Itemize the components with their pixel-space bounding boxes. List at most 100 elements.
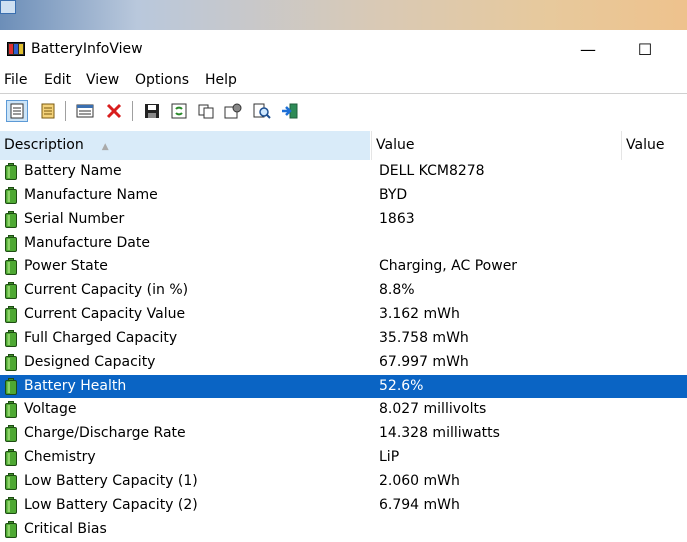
battery-icon	[5, 306, 17, 324]
battery-icon	[5, 329, 17, 347]
desktop-shortcut-icon[interactable]	[0, 0, 16, 14]
exit-icon	[282, 103, 298, 119]
row-description: Serial Number	[24, 210, 125, 227]
battery-icon	[5, 282, 17, 300]
properties-list-icon	[76, 104, 94, 118]
battery-icon	[5, 353, 17, 371]
row-description: Low Battery Capacity (1)	[24, 472, 198, 489]
row-description: Full Charged Capacity	[24, 329, 178, 346]
row-description: Current Capacity Value	[24, 306, 186, 323]
save-icon	[145, 104, 159, 118]
maximize-button[interactable]: ☐	[622, 32, 668, 66]
row-description: Current Capacity (in %)	[24, 282, 189, 299]
battery-icon	[5, 258, 17, 276]
list-row[interactable]: Manufacture Name BYD	[0, 184, 687, 208]
battery-icon	[5, 472, 17, 490]
copy-icon	[198, 104, 214, 119]
exit-button[interactable]	[279, 100, 301, 122]
list-header: Description ▲ Value Value	[0, 131, 687, 160]
menu-file[interactable]: File	[4, 71, 27, 89]
list-row[interactable]: Critical Bias	[0, 518, 687, 542]
refresh-icon	[171, 103, 187, 119]
menu-edit[interactable]: Edit	[44, 71, 71, 89]
row-value: Charging, AC Power	[379, 258, 518, 275]
row-value: LiP	[379, 449, 400, 466]
desktop-background-strip	[0, 0, 687, 30]
delete-button[interactable]	[103, 100, 125, 122]
window-title: BatteryInfoView	[31, 41, 143, 57]
menu-options[interactable]: Options	[135, 71, 189, 89]
row-description: Battery Name	[24, 163, 122, 179]
list-row[interactable]: Charge/Discharge Rate 14.328 milliwatts	[0, 422, 687, 446]
toolbar	[0, 93, 687, 130]
find-icon	[253, 103, 271, 119]
row-value: 67.997 mWh	[379, 353, 469, 370]
row-description: Chemistry	[24, 449, 96, 466]
row-value: 8.8%	[379, 282, 415, 299]
app-battery-icon	[7, 42, 25, 56]
battery-icon	[5, 210, 17, 228]
delete-icon	[106, 103, 122, 119]
row-description: Designed Capacity	[24, 353, 156, 370]
list-row[interactable]: Voltage 8.027 millivolts	[0, 398, 687, 422]
text-report-button[interactable]	[37, 100, 59, 122]
row-value: 1863	[379, 210, 415, 227]
row-description: Battery Health	[24, 377, 127, 394]
copy-button[interactable]	[195, 100, 217, 122]
list-row[interactable]: Power State Charging, AC Power	[0, 255, 687, 279]
row-description: Low Battery Capacity (2)	[24, 496, 198, 513]
properties-list-button[interactable]	[74, 100, 96, 122]
row-description: Manufacture Date	[24, 234, 150, 251]
list-row[interactable]: Full Charged Capacity 35.758 mWh	[0, 327, 687, 351]
row-description: Voltage	[24, 401, 77, 418]
row-value: 14.328 milliwatts	[379, 425, 500, 442]
list-row[interactable]: Current Capacity Value 3.162 mWh	[0, 303, 687, 327]
sort-ascending-icon: ▲	[101, 142, 109, 152]
html-report-button[interactable]	[6, 100, 28, 122]
text-report-icon	[41, 103, 55, 119]
minimize-button[interactable]: —	[565, 32, 611, 66]
list-row[interactable]: Manufacture Date	[0, 232, 687, 256]
list-row[interactable]: Chemistry LiP	[0, 446, 687, 470]
row-description: Critical Bias	[24, 520, 107, 537]
row-description: Charge/Discharge Rate	[24, 425, 186, 442]
column-header-description[interactable]: Description ▲	[0, 131, 370, 160]
row-description: Manufacture Name	[24, 186, 158, 203]
column-header-value-2[interactable]: Value	[622, 131, 687, 160]
find-button[interactable]	[251, 100, 273, 122]
list-row[interactable]: Battery Health 52.6%	[0, 374, 687, 399]
row-value: 35.758 mWh	[379, 329, 469, 346]
title-bar[interactable]: BatteryInfoView — ☐	[0, 30, 687, 67]
row-value: 2.060 mWh	[379, 472, 460, 489]
menu-view[interactable]: View	[86, 71, 119, 89]
row-value: 52.6%	[379, 377, 424, 394]
column-header-value[interactable]: Value	[372, 131, 620, 160]
toolbar-separator	[132, 101, 133, 121]
list-row[interactable]: Current Capacity (in %) 8.8%	[0, 279, 687, 303]
refresh-button[interactable]	[168, 100, 190, 122]
list-row[interactable]: Low Battery Capacity (2) 6.794 mWh	[0, 494, 687, 518]
row-value: 6.794 mWh	[379, 496, 460, 513]
row-value: DELL KCM8278	[379, 163, 485, 179]
properties-button[interactable]	[222, 100, 244, 122]
row-value: 8.027 millivolts	[379, 401, 487, 418]
menu-bar: File Edit View Options Help	[0, 67, 687, 93]
list-row[interactable]: Low Battery Capacity (1) 2.060 mWh	[0, 470, 687, 494]
battery-info-list: Battery Name DELL KCM8278 Manufacture Name…	[0, 160, 687, 542]
html-report-icon	[10, 103, 24, 119]
save-button[interactable]	[141, 100, 163, 122]
battery-icon	[5, 401, 17, 419]
list-row[interactable]: Designed Capacity 67.997 mWh	[0, 351, 687, 375]
battery-icon	[5, 425, 17, 443]
column-header-label: Description	[4, 137, 84, 153]
list-row[interactable]: Battery Name DELL KCM8278	[0, 160, 687, 184]
maximize-icon: ☐	[637, 39, 653, 59]
row-value: BYD	[379, 186, 408, 203]
battery-icon	[5, 186, 17, 204]
battery-icon	[5, 520, 17, 538]
battery-icon	[5, 234, 17, 252]
menu-help[interactable]: Help	[205, 71, 237, 89]
battery-icon	[5, 377, 17, 395]
toolbar-separator	[65, 101, 66, 121]
list-row[interactable]: Serial Number 1863	[0, 208, 687, 232]
